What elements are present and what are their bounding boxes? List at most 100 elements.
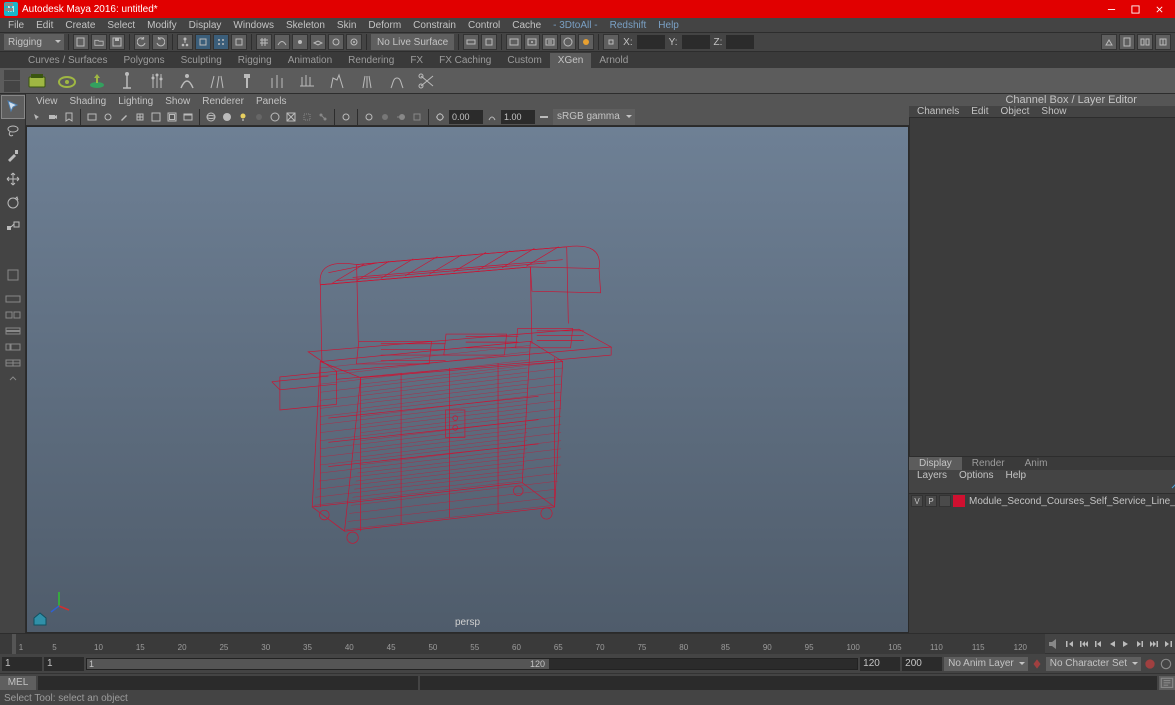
wire-shade-button[interactable]: [268, 110, 282, 124]
layer-tab-anim[interactable]: Anim: [1015, 457, 1058, 470]
range-slider[interactable]: 1120: [86, 658, 858, 670]
render-settings-button[interactable]: [542, 34, 558, 50]
resolution-gate-button[interactable]: [165, 110, 179, 124]
char-set-dropdown[interactable]: No Character Set: [1046, 657, 1141, 671]
playback-prefs-button[interactable]: [1159, 657, 1173, 671]
cmd-input[interactable]: [38, 676, 418, 690]
play-back-button[interactable]: [1105, 635, 1119, 653]
viewport-2-button[interactable]: [362, 110, 376, 124]
range-start-field[interactable]: 1: [44, 657, 84, 671]
anim-start-field[interactable]: 1: [2, 657, 42, 671]
layer-vis-toggle[interactable]: V: [911, 495, 923, 507]
graph-pane-button[interactable]: [2, 356, 24, 370]
wireframe-button[interactable]: [204, 110, 218, 124]
select-camera-button[interactable]: [30, 110, 44, 124]
xgen-modifier-2-button[interactable]: [204, 70, 230, 92]
menu-cache[interactable]: Cache: [506, 20, 547, 31]
menu-windows[interactable]: Windows: [227, 20, 280, 31]
snap-point-button[interactable]: [292, 34, 308, 50]
menu-modify[interactable]: Modify: [141, 20, 182, 31]
anim-end-field[interactable]: 200: [902, 657, 942, 671]
play-fwd-button[interactable]: [1119, 635, 1133, 653]
range-end-field[interactable]: 120: [860, 657, 900, 671]
xgen-import-button[interactable]: [84, 70, 110, 92]
single-pane-button[interactable]: [2, 292, 24, 306]
auto-key-button[interactable]: [1143, 657, 1157, 671]
textured-button[interactable]: [284, 110, 298, 124]
panel-menu-show[interactable]: Show: [159, 96, 196, 107]
shelf-tab-polygons[interactable]: Polygons: [115, 53, 172, 68]
panel-menu-lighting[interactable]: Lighting: [112, 96, 159, 107]
x-ray-joints-button[interactable]: [316, 110, 330, 124]
shelf-toggle-icon[interactable]: [4, 2, 14, 15]
exposure-field[interactable]: 0.00: [449, 110, 483, 124]
workspace-dropdown[interactable]: Rigging: [4, 34, 64, 50]
layer-move-up-button[interactable]: [1169, 481, 1175, 493]
film-gate-button[interactable]: [149, 110, 163, 124]
image-plane-button[interactable]: [85, 110, 99, 124]
xgen-collection-button[interactable]: [324, 70, 350, 92]
2d-pan-button[interactable]: [101, 110, 115, 124]
xgen-noise-button[interactable]: [384, 70, 410, 92]
menu-control[interactable]: Control: [462, 20, 506, 31]
audio-toggle-button[interactable]: [1045, 635, 1063, 653]
menu-file[interactable]: File: [2, 20, 30, 31]
shelf-tab-fx-caching[interactable]: FX Caching: [431, 53, 499, 68]
grease-pencil-button[interactable]: [117, 110, 131, 124]
layer-menu-help[interactable]: Help: [999, 470, 1032, 481]
chbox-menu-channels[interactable]: Channels: [911, 106, 965, 117]
step-back-key-button[interactable]: [1077, 635, 1091, 653]
colorspace-dropdown[interactable]: sRGB gamma: [553, 109, 635, 125]
layer-color-swatch[interactable]: [953, 495, 965, 507]
shelf-tab-sculpting[interactable]: Sculpting: [173, 53, 230, 68]
move-tool-button[interactable]: [2, 168, 24, 190]
panel-menu-shading[interactable]: Shading: [64, 96, 113, 107]
menu-create[interactable]: Create: [59, 20, 101, 31]
selection-mode-button[interactable]: [603, 34, 619, 50]
layer-tab-render[interactable]: Render: [962, 457, 1015, 470]
xgen-open-button[interactable]: [54, 70, 80, 92]
rotate-tool-button[interactable]: [2, 192, 24, 214]
minimize-button[interactable]: [1099, 1, 1123, 17]
xgen-guide-button[interactable]: [114, 70, 140, 92]
toggle-history-button[interactable]: [481, 34, 497, 50]
view-cube-home-icon[interactable]: [31, 610, 49, 628]
gamma-field[interactable]: 1.00: [501, 110, 535, 124]
xgen-create-button[interactable]: [24, 70, 50, 92]
menu-select[interactable]: Select: [101, 20, 141, 31]
menu-constrain[interactable]: Constrain: [407, 20, 462, 31]
grid-toggle-button[interactable]: [133, 110, 147, 124]
select-component-button[interactable]: [213, 34, 229, 50]
xgen-patch-button[interactable]: [294, 70, 320, 92]
select-mask-button[interactable]: [231, 34, 247, 50]
snap-view-button[interactable]: [346, 34, 362, 50]
undo-button[interactable]: [134, 34, 150, 50]
tool-settings-button[interactable]: [1137, 34, 1153, 50]
layout-more-button[interactable]: [2, 372, 24, 386]
snap-live-button[interactable]: [328, 34, 344, 50]
panel-menu-panels[interactable]: Panels: [250, 96, 293, 107]
shadows-button[interactable]: [252, 110, 266, 124]
channel-box-button[interactable]: [1155, 34, 1171, 50]
menu-edit[interactable]: Edit: [30, 20, 59, 31]
cmd-lang-button[interactable]: MEL: [0, 676, 36, 690]
time-marker[interactable]: [12, 634, 16, 654]
modeling-toolkit-button[interactable]: [1101, 34, 1117, 50]
smooth-shade-button[interactable]: [220, 110, 234, 124]
go-start-button[interactable]: [1063, 635, 1077, 653]
layer-row[interactable]: V P Module_Second_Courses_Self_Service_L…: [909, 494, 1175, 508]
xgen-modifier-1-button[interactable]: [174, 70, 200, 92]
multisample-button[interactable]: [410, 110, 424, 124]
select-hierarchy-button[interactable]: [177, 34, 193, 50]
shelf-tab-custom[interactable]: Custom: [499, 53, 549, 68]
paint-tool-button[interactable]: [2, 144, 24, 166]
last-tool-button[interactable]: [2, 264, 24, 286]
xgen-modifier-4-button[interactable]: [264, 70, 290, 92]
z-field[interactable]: [726, 35, 754, 49]
step-fwd-button[interactable]: [1133, 635, 1147, 653]
menu-display[interactable]: Display: [183, 20, 228, 31]
x-ray-button[interactable]: [300, 110, 314, 124]
layer-name[interactable]: Module_Second_Courses_Self_Service_Line_…: [967, 496, 1175, 507]
shelf-tab-rendering[interactable]: Rendering: [340, 53, 402, 68]
menu-help[interactable]: Help: [652, 20, 685, 31]
